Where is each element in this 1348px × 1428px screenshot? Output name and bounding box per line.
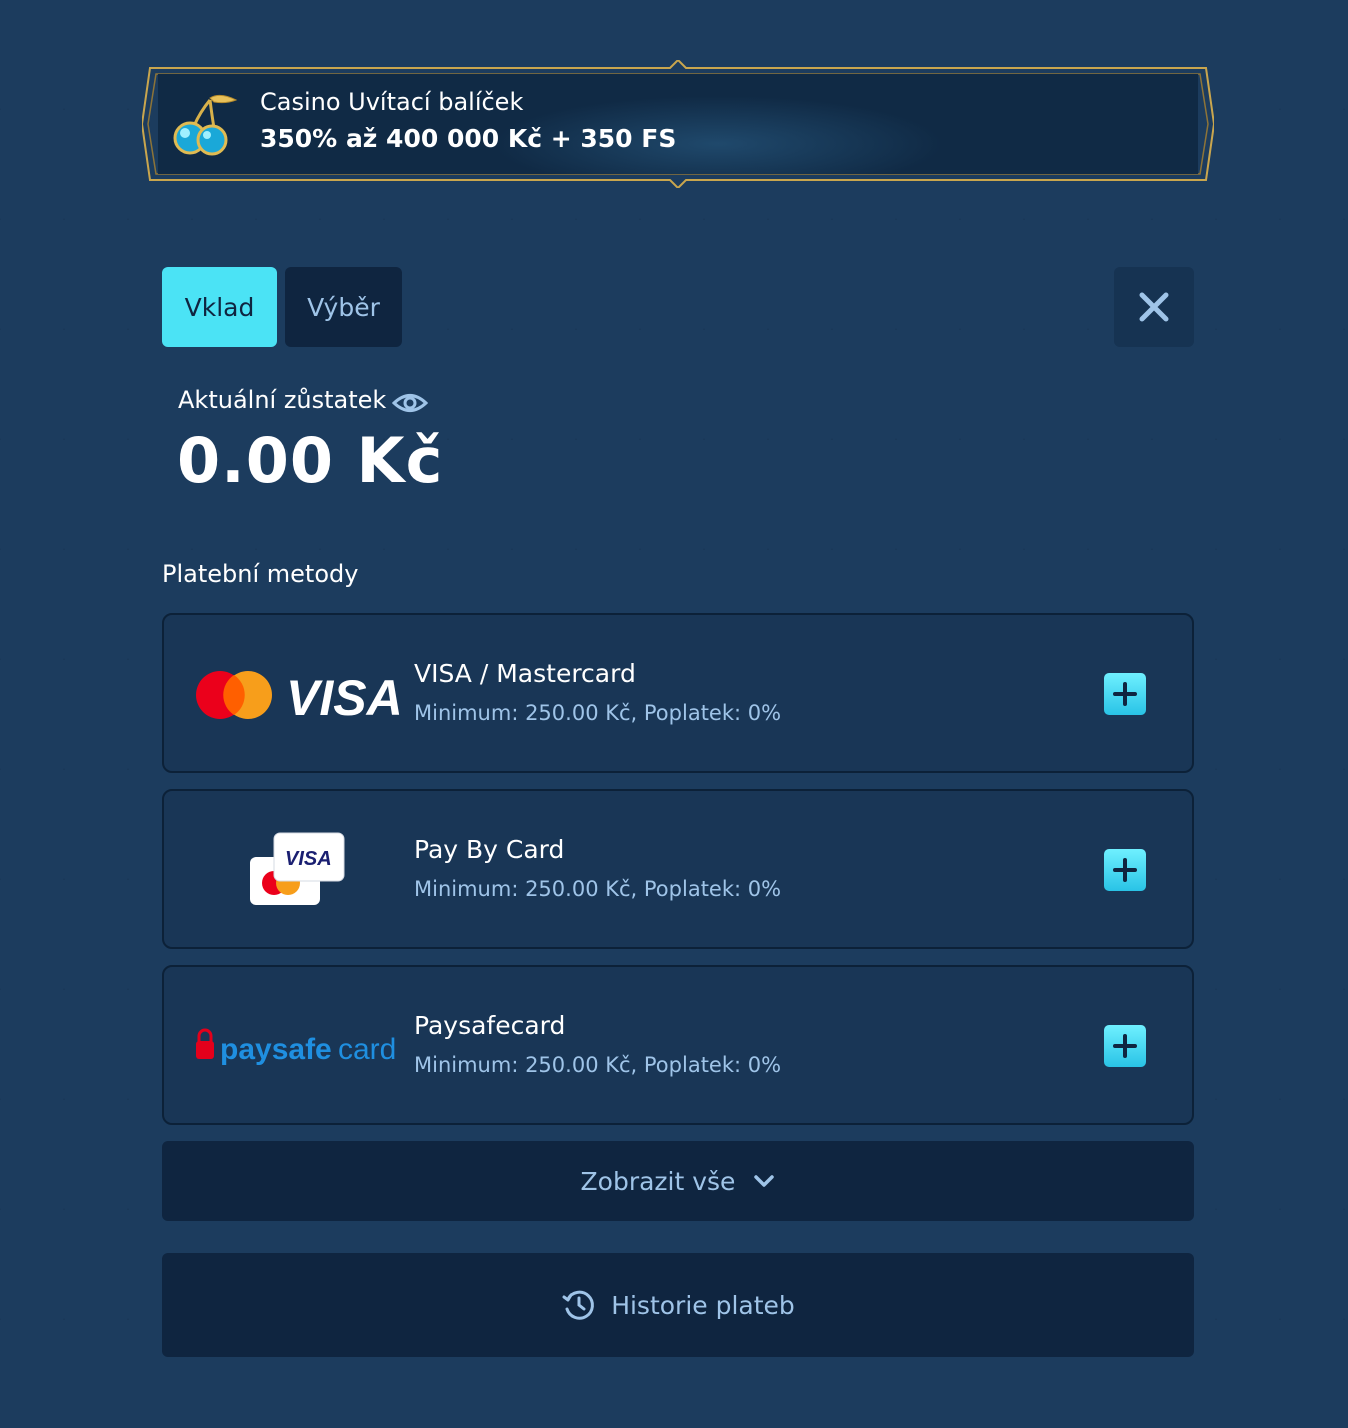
method-name: VISA / Mastercard <box>414 659 636 688</box>
payment-method-pay-by-card[interactable]: VISA Pay By Card Minimum: 250.00 Kč, Pop… <box>162 789 1194 949</box>
visa-mastercard-logo: VISA <box>196 670 403 726</box>
method-name: Paysafecard <box>414 1011 566 1040</box>
close-icon <box>1139 292 1169 322</box>
add-method-button[interactable] <box>1104 1025 1146 1067</box>
method-info: Minimum: 250.00 Kč, Poplatek: 0% <box>414 877 782 901</box>
payment-method-paysafecard[interactable]: paysafe card Paysafecard Minimum: 250.00… <box>162 965 1194 1125</box>
cherries-icon <box>173 94 238 156</box>
balance-label: Aktuální zůstatek <box>178 386 387 414</box>
close-button[interactable] <box>1114 267 1194 347</box>
welcome-bonus-banner[interactable]: Casino Uvítací balíček 350% až 400 000 K… <box>142 60 1214 188</box>
balance-value: 0.00 Kč <box>177 424 444 497</box>
banner-title: Casino Uvítací balíček <box>260 88 524 116</box>
add-method-button[interactable] <box>1104 673 1146 715</box>
plus-icon <box>1113 858 1137 882</box>
plus-icon <box>1113 682 1137 706</box>
eye-icon[interactable] <box>392 388 428 418</box>
paysafecard-logo: paysafe card <box>196 1028 396 1066</box>
method-name: Pay By Card <box>414 835 565 864</box>
chevron-down-icon <box>754 1175 775 1187</box>
method-info: Minimum: 250.00 Kč, Poplatek: 0% <box>414 1053 782 1077</box>
method-info: Minimum: 250.00 Kč, Poplatek: 0% <box>414 701 782 725</box>
deposit-modal: Casino Uvítací balíček 350% až 400 000 K… <box>0 0 1348 1428</box>
show-all-button[interactable]: Zobrazit vše <box>162 1141 1194 1221</box>
plus-icon <box>1113 1034 1137 1058</box>
tab-withdraw[interactable]: Výběr <box>285 267 402 347</box>
pay-by-card-logo: VISA <box>250 832 345 905</box>
visa-card-text: VISA <box>285 848 332 870</box>
paysafe-text: paysafe <box>220 1033 332 1066</box>
payment-history-button[interactable]: Historie plateb <box>162 1253 1194 1357</box>
visa-logo-text: VISA <box>286 670 403 726</box>
payment-history-label: Historie plateb <box>611 1290 795 1320</box>
add-method-button[interactable] <box>1104 849 1146 891</box>
show-all-label: Zobrazit vše <box>580 1166 736 1196</box>
payment-method-visa-mastercard[interactable]: VISA VISA / Mastercard Minimum: 250.00 K… <box>162 613 1194 773</box>
banner-offer: 350% až 400 000 Kč + 350 FS <box>260 124 677 153</box>
payment-methods-title: Platební metody <box>162 560 359 588</box>
history-icon <box>562 1290 595 1320</box>
tab-deposit[interactable]: Vklad <box>162 267 277 347</box>
card-text: card <box>338 1033 396 1066</box>
